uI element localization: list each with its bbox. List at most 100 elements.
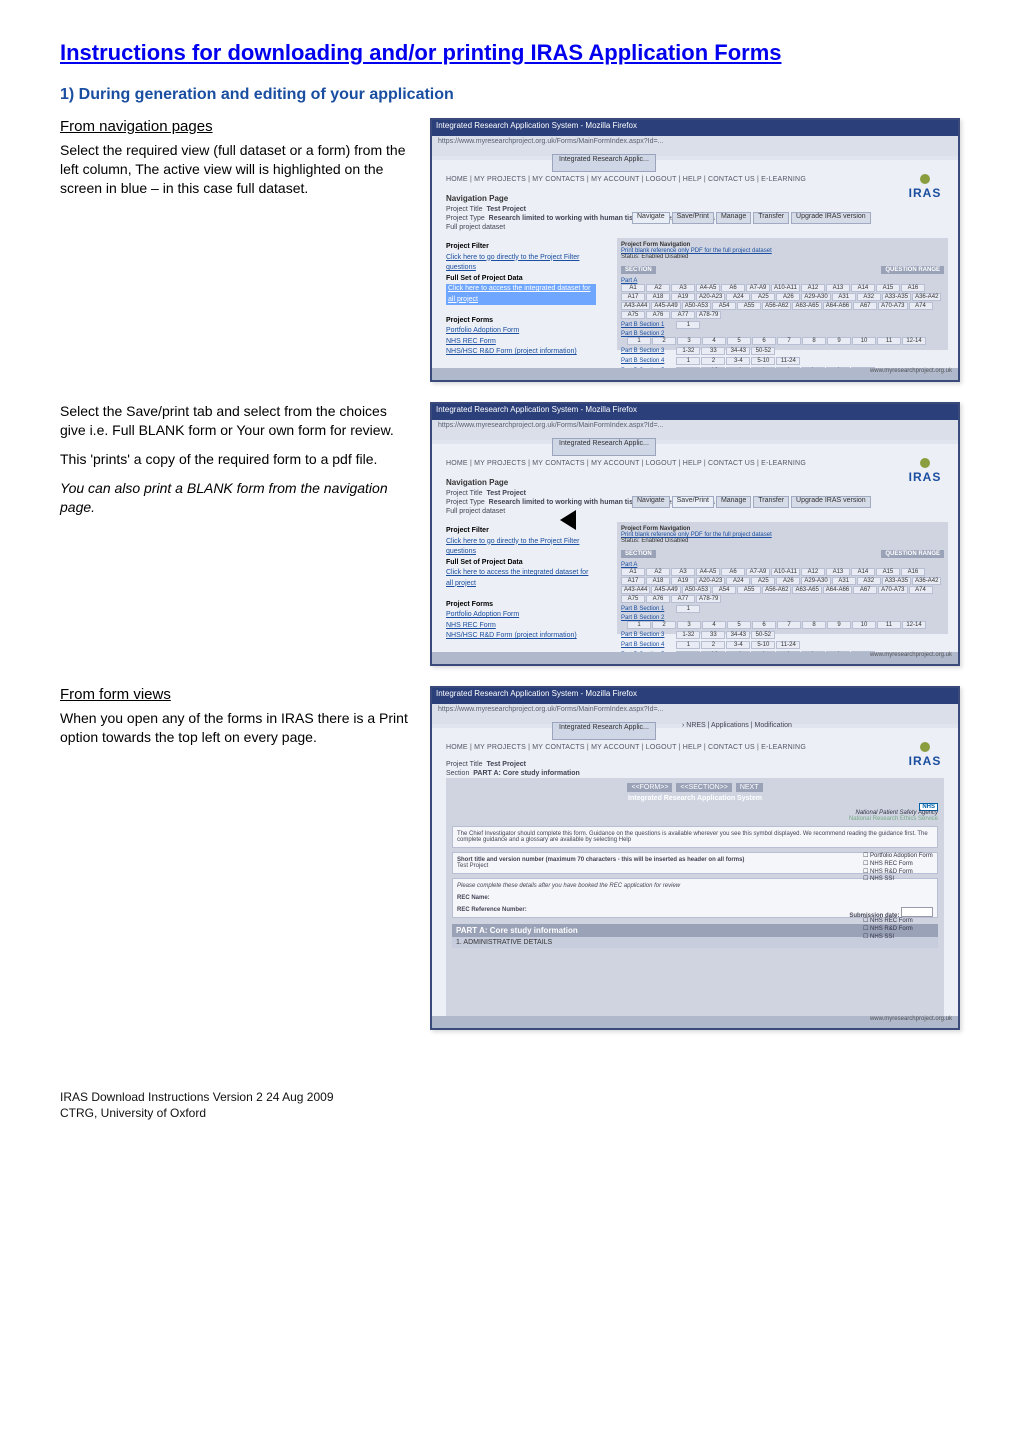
tab-manage[interactable]: Manage	[716, 212, 751, 224]
question-cell[interactable]: 4	[702, 337, 726, 345]
question-cell[interactable]: A26	[776, 293, 800, 301]
tab-save-print[interactable]: Save/Print	[672, 212, 714, 224]
question-cell[interactable]: A19	[671, 293, 695, 301]
checklist-item[interactable]: NHS REC Form	[863, 861, 948, 869]
question-cell[interactable]: A55	[737, 586, 761, 594]
submission-date-input[interactable]	[901, 907, 933, 917]
question-cell[interactable]: A20-A23	[696, 293, 725, 301]
question-cell[interactable]: 11-24	[776, 641, 800, 649]
question-cell[interactable]: A32	[857, 293, 881, 301]
question-cell[interactable]: A1	[621, 284, 645, 292]
question-cell[interactable]: A14	[851, 568, 875, 576]
project-tabs[interactable]: Navigate Save/Print Manage Transfer Upgr…	[632, 212, 948, 224]
question-cell[interactable]: A45-A49	[651, 302, 680, 310]
question-cell[interactable]: 10	[852, 337, 876, 345]
question-cell[interactable]: A12	[801, 284, 825, 292]
question-cell[interactable]: A78-79	[696, 311, 721, 319]
tab-transfer[interactable]: Transfer	[753, 496, 789, 508]
question-cell[interactable]: A67	[853, 586, 877, 594]
question-cell[interactable]: A4-A5	[696, 568, 720, 576]
tab-manage[interactable]: Manage	[716, 496, 751, 508]
question-cell[interactable]: A7-A9	[746, 568, 770, 576]
question-cell[interactable]: A20-A23	[696, 577, 725, 585]
question-cell[interactable]: A10-A11	[771, 568, 800, 576]
question-cell[interactable]: 1	[627, 621, 651, 629]
question-cell[interactable]: A25	[751, 577, 775, 585]
tab-transfer[interactable]: Transfer	[753, 212, 789, 224]
question-cell[interactable]: 11-24	[776, 357, 800, 365]
question-cell[interactable]: A7-A9	[746, 284, 770, 292]
question-cell[interactable]: A77	[671, 311, 695, 319]
checklist-item[interactable]: NHS SSI	[863, 934, 948, 942]
question-cell[interactable]: 1	[676, 605, 700, 613]
question-cell[interactable]: A13	[826, 284, 850, 292]
question-cell[interactable]: A15	[876, 568, 900, 576]
question-cell[interactable]: 5-10	[751, 641, 775, 649]
question-cell[interactable]: A3	[671, 284, 695, 292]
top-nav-menu[interactable]: HOME | MY PROJECTS | MY CONTACTS | MY AC…	[446, 176, 806, 183]
checklist-item[interactable]: NHS SSI	[863, 876, 948, 884]
question-cell[interactable]: 3-4	[726, 641, 750, 649]
question-cell[interactable]: A31	[832, 577, 856, 585]
question-cell[interactable]: 5	[727, 621, 751, 629]
question-cell[interactable]: 2	[652, 337, 676, 345]
question-cell[interactable]: A2	[646, 284, 670, 292]
question-cell[interactable]: 2	[701, 641, 725, 649]
filter-link[interactable]: Click here to go directly to the Project…	[446, 537, 596, 558]
checklist-item[interactable]: NHS REC Form	[863, 918, 948, 926]
question-cell[interactable]: A18	[646, 577, 670, 585]
question-cell[interactable]: 6	[752, 337, 776, 345]
question-cell[interactable]: A25	[751, 293, 775, 301]
question-cell[interactable]: 5-10	[751, 357, 775, 365]
question-cell[interactable]: 8	[802, 337, 826, 345]
question-cell[interactable]: A36-A42	[912, 577, 941, 585]
question-cell[interactable]: 5	[727, 337, 751, 345]
tab-upgrade[interactable]: Upgrade IRAS version	[791, 496, 871, 508]
question-cell[interactable]: A19	[671, 577, 695, 585]
breadcrumb[interactable]: › NRES | Applications | Modification	[682, 722, 792, 729]
question-cell[interactable]: A55	[737, 302, 761, 310]
question-cell[interactable]: A54	[712, 586, 736, 594]
nav-button-section[interactable]: <<SECTION>>	[676, 783, 731, 792]
question-cell[interactable]: 50-52	[751, 631, 775, 639]
question-cell[interactable]: A43-A44	[621, 586, 650, 594]
question-cell[interactable]: 12-14	[902, 621, 926, 629]
question-cell[interactable]: A29-A30	[801, 293, 830, 301]
question-cell[interactable]: A24	[726, 293, 750, 301]
tab-save-print[interactable]: Save/Print	[672, 496, 714, 508]
question-cell[interactable]: A63-A65	[792, 586, 821, 594]
nhs-rd-form-link[interactable]: NHS/HSC R&D Form (project information)	[446, 347, 596, 358]
question-cell[interactable]: 1-32	[676, 631, 700, 639]
question-cell[interactable]: A31	[832, 293, 856, 301]
tab-navigate[interactable]: Navigate	[632, 212, 670, 224]
question-cell[interactable]: A77	[671, 595, 695, 603]
question-cell[interactable]: A45-A49	[651, 586, 680, 594]
question-cell[interactable]: 12-14	[902, 337, 926, 345]
question-cell[interactable]: 34-43	[726, 347, 750, 355]
question-cell[interactable]: A6	[721, 284, 745, 292]
question-cell[interactable]: A10-A11	[771, 284, 800, 292]
question-cell[interactable]: 2	[652, 621, 676, 629]
question-cell[interactable]: A3	[671, 568, 695, 576]
question-cell[interactable]: A43-A44	[621, 302, 650, 310]
question-cell[interactable]: 3	[677, 337, 701, 345]
question-cell[interactable]: A24	[726, 577, 750, 585]
question-cell[interactable]: A67	[853, 302, 877, 310]
question-cell[interactable]: A74	[909, 586, 933, 594]
question-cell[interactable]: A33-A35	[882, 293, 911, 301]
checklist-item[interactable]: NHS R&D Form	[863, 926, 948, 934]
question-cell[interactable]: 11	[877, 621, 901, 629]
question-cell[interactable]: 3	[677, 621, 701, 629]
question-cell[interactable]: 1-32	[676, 347, 700, 355]
top-nav-menu[interactable]: HOME | MY PROJECTS | MY CONTACTS | MY AC…	[446, 744, 806, 751]
question-cell[interactable]: 7	[777, 337, 801, 345]
question-cell[interactable]: A75	[621, 595, 645, 603]
full-dataset-link-highlighted[interactable]: Click here to access the integrated data…	[446, 284, 596, 305]
full-dataset-link[interactable]: Click here to access the integrated data…	[446, 568, 596, 589]
question-cell[interactable]: A12	[801, 568, 825, 576]
part-b-link[interactable]: Part B Section 4	[621, 358, 664, 364]
address-bar[interactable]: https://www.myresearchproject.org.uk/For…	[432, 704, 958, 724]
question-cell[interactable]: A26	[776, 577, 800, 585]
question-cell[interactable]: A16	[901, 284, 925, 292]
question-cell[interactable]: A70-A73	[878, 302, 907, 310]
